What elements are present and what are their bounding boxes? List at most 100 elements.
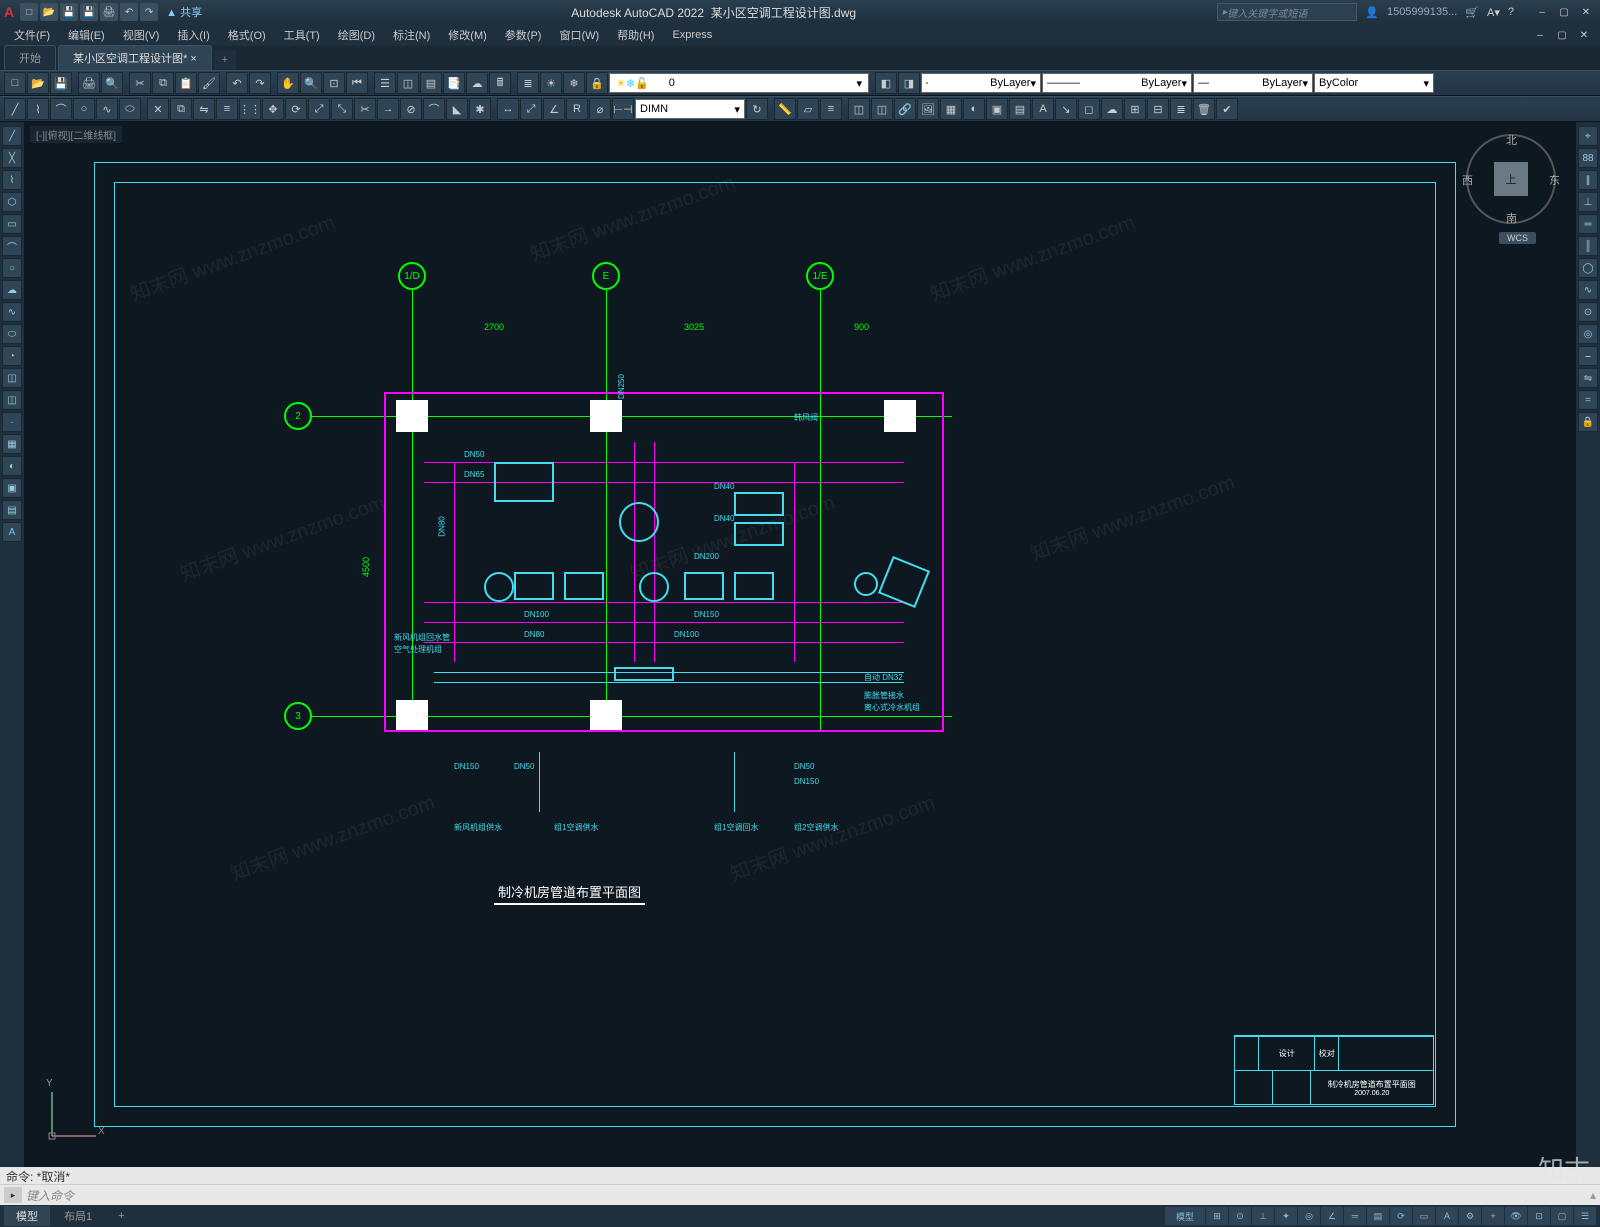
menu-help[interactable]: 帮助(H): [609, 25, 662, 45]
color-dropdown[interactable]: ByLayer ▾: [921, 73, 1041, 93]
r-equal-icon[interactable]: =: [1578, 390, 1598, 410]
move-button[interactable]: ✥: [262, 98, 284, 120]
r-parallel-icon[interactable]: ∥: [1578, 170, 1598, 190]
doc-close-button[interactable]: ✕: [1574, 27, 1594, 43]
r-horiz-icon[interactable]: ═: [1578, 214, 1598, 234]
status-polar-icon[interactable]: ✦: [1275, 1207, 1297, 1225]
zoom-prev-button[interactable]: ⏮: [346, 72, 368, 94]
zoom-button[interactable]: 🔍: [300, 72, 322, 94]
tab-layout-add[interactable]: +: [106, 1208, 136, 1224]
draworder-button[interactable]: ≣: [1170, 98, 1192, 120]
status-dyn-icon[interactable]: ▭: [1413, 1207, 1435, 1225]
insert-block-button[interactable]: ◫: [848, 98, 870, 120]
paste-button[interactable]: 📋: [175, 72, 197, 94]
revcloud-button[interactable]: ☁: [1101, 98, 1123, 120]
status-cycling-icon[interactable]: ⟳: [1390, 1207, 1412, 1225]
trim-button[interactable]: ✂: [354, 98, 376, 120]
circle-button[interactable]: ○: [73, 98, 95, 120]
cart-icon[interactable]: 🛒: [1465, 6, 1479, 19]
search-input[interactable]: ▸ 键入关键字或短语: [1217, 3, 1357, 21]
l-pline-icon[interactable]: ⌇: [2, 170, 22, 190]
doc-maximize-button[interactable]: ▢: [1552, 27, 1572, 43]
properties-button[interactable]: ☰: [374, 72, 396, 94]
undo-icon[interactable]: ↶: [120, 3, 138, 21]
redo-icon[interactable]: ↷: [140, 3, 158, 21]
menu-parametric[interactable]: 参数(P): [497, 25, 550, 45]
menu-insert[interactable]: 插入(I): [169, 25, 217, 45]
dim-continue-button[interactable]: ⊢⊣: [612, 98, 634, 120]
status-annoscale-icon[interactable]: A: [1436, 1207, 1458, 1225]
l-circle-icon[interactable]: ○: [2, 258, 22, 278]
dim-aligned-button[interactable]: ⤢: [520, 98, 542, 120]
r-smooth-icon[interactable]: ∿: [1578, 280, 1598, 300]
l-hatch-icon[interactable]: ▦: [2, 434, 22, 454]
doc-minimize-button[interactable]: –: [1530, 27, 1550, 43]
minimize-button[interactable]: –: [1532, 4, 1552, 20]
signin-icon[interactable]: 👤: [1365, 6, 1379, 19]
copy-button[interactable]: ⧉: [152, 72, 174, 94]
wcs-label[interactable]: WCS: [1499, 232, 1536, 244]
fillet-button[interactable]: ⌒: [423, 98, 445, 120]
list-button[interactable]: ≡: [820, 98, 842, 120]
lineweight-dropdown[interactable]: —ByLayer ▾: [1193, 73, 1313, 93]
area-button[interactable]: ▱: [797, 98, 819, 120]
matchprop-button[interactable]: 🖌: [198, 72, 220, 94]
plotstyle-dropdown[interactable]: ByColor▾: [1314, 73, 1434, 93]
r-symmetric-icon[interactable]: ⇋: [1578, 368, 1598, 388]
save-icon[interactable]: 💾: [60, 3, 78, 21]
l-point-icon[interactable]: ·: [2, 412, 22, 432]
sheetset-button[interactable]: 📑: [443, 72, 465, 94]
explode-button[interactable]: ✱: [469, 98, 491, 120]
status-grid-icon[interactable]: ⊞: [1206, 1207, 1228, 1225]
tab-close-icon[interactable]: ×: [190, 53, 196, 65]
user-name[interactable]: 1505999135...: [1387, 6, 1457, 18]
help-icon[interactable]: ?: [1508, 6, 1514, 18]
menu-draw[interactable]: 绘图(D): [330, 25, 383, 45]
layer-freeze-button[interactable]: ❄: [563, 72, 585, 94]
r-constrain-icon[interactable]: ⌖: [1578, 126, 1598, 146]
ungroup-button[interactable]: ⊟: [1147, 98, 1169, 120]
command-input[interactable]: 键入命令: [26, 1187, 1590, 1204]
region-button[interactable]: ▣: [986, 98, 1008, 120]
image-button[interactable]: 🖼: [917, 98, 939, 120]
r-tangent-icon[interactable]: ◯: [1578, 258, 1598, 278]
status-isolate-icon[interactable]: 👁: [1505, 1207, 1527, 1225]
open-icon[interactable]: 📂: [40, 3, 58, 21]
tab-add-button[interactable]: +: [214, 50, 236, 70]
status-custom-icon[interactable]: ☰: [1574, 1207, 1596, 1225]
designcenter-button[interactable]: ◫: [397, 72, 419, 94]
menu-edit[interactable]: 编辑(E): [60, 25, 113, 45]
r-vert-icon[interactable]: ║: [1578, 236, 1598, 256]
pline-button[interactable]: ⌇: [27, 98, 49, 120]
stretch-button[interactable]: ⤡: [331, 98, 353, 120]
maximize-button[interactable]: ▢: [1554, 4, 1574, 20]
scale-button[interactable]: ⤢: [308, 98, 330, 120]
l-insert-icon[interactable]: ◫: [2, 368, 22, 388]
menu-format[interactable]: 格式(O): [220, 25, 274, 45]
r-concentric-icon[interactable]: ◎: [1578, 324, 1598, 344]
xref-button[interactable]: 🔗: [894, 98, 916, 120]
l-ellipse-icon[interactable]: ⬭: [2, 324, 22, 344]
status-annomonitor-icon[interactable]: +: [1482, 1207, 1504, 1225]
command-menu-icon[interactable]: ▴: [1590, 1188, 1596, 1202]
open-button[interactable]: 📂: [27, 72, 49, 94]
save-button[interactable]: 💾: [50, 72, 72, 94]
layer-lock-button[interactable]: 🔒: [586, 72, 608, 94]
dim-diameter-button[interactable]: ⌀: [589, 98, 611, 120]
status-lwt-icon[interactable]: ═: [1344, 1207, 1366, 1225]
mtext-button[interactable]: A: [1032, 98, 1054, 120]
r-coincident-icon[interactable]: ⊙: [1578, 302, 1598, 322]
new-icon[interactable]: □: [20, 3, 38, 21]
viewcube-south[interactable]: 南: [1506, 210, 1517, 226]
l-polygon-icon[interactable]: ⬡: [2, 192, 22, 212]
layer-dropdown[interactable]: ☀❄🔓 0 ▾: [609, 73, 869, 93]
layer-manager-button[interactable]: ≣: [517, 72, 539, 94]
make-block-button[interactable]: ◫: [871, 98, 893, 120]
menu-dimension[interactable]: 标注(N): [385, 25, 438, 45]
layer-iso-button[interactable]: ◧: [875, 72, 897, 94]
status-hardware-icon[interactable]: ⊡: [1528, 1207, 1550, 1225]
menu-express[interactable]: Express: [664, 27, 720, 43]
l-rect-icon[interactable]: ▭: [2, 214, 22, 234]
preview-button[interactable]: 🔍: [101, 72, 123, 94]
markup-button[interactable]: ☁: [466, 72, 488, 94]
